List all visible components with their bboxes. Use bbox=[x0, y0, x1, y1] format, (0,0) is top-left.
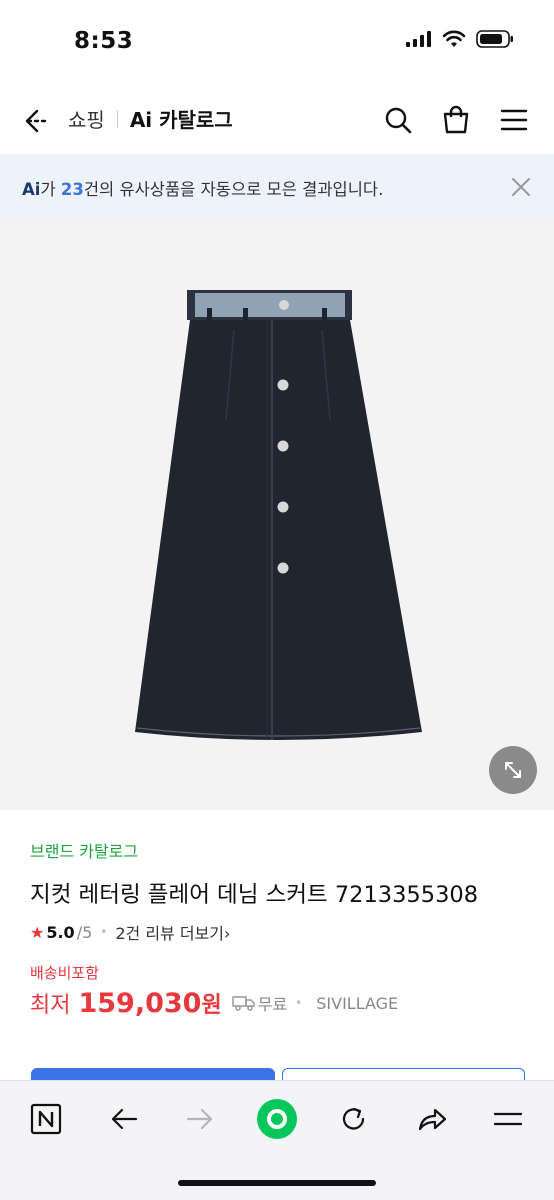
cart-button[interactable] bbox=[440, 104, 472, 136]
expand-icon bbox=[505, 762, 521, 778]
back-button[interactable] bbox=[20, 104, 54, 138]
price-unit: 원 bbox=[201, 993, 222, 1018]
green-dot-icon bbox=[257, 1099, 297, 1139]
browser-forward-button[interactable] bbox=[180, 1099, 220, 1139]
ai-logo: Ai bbox=[22, 180, 41, 199]
seller-name: SIVILLAGE bbox=[316, 993, 399, 1013]
ai-banner-close-button[interactable] bbox=[510, 176, 532, 202]
search-button[interactable] bbox=[382, 104, 414, 136]
separator-dot: • bbox=[295, 996, 303, 1010]
menu-icon bbox=[500, 109, 528, 131]
price-row: 최저 159,030 원 무료 • SIVILLAGE bbox=[30, 987, 530, 1019]
share-button[interactable] bbox=[412, 1099, 452, 1139]
reload-button[interactable] bbox=[334, 1099, 374, 1139]
shopping-bag-icon bbox=[443, 105, 469, 134]
nav-shop-label[interactable]: 쇼핑 bbox=[68, 104, 105, 133]
price-prefix: 최저 bbox=[30, 993, 71, 1018]
status-bar: 8:53 bbox=[0, 0, 554, 84]
image-zoom-button[interactable] bbox=[489, 746, 537, 794]
nav-actions bbox=[382, 104, 530, 136]
forward-arrow-icon bbox=[186, 1108, 213, 1130]
naver-home-button[interactable] bbox=[26, 1099, 66, 1139]
back-arrow-icon bbox=[111, 1108, 138, 1130]
naver-green-dot-button[interactable] bbox=[256, 1098, 298, 1140]
rating-max: /5 bbox=[76, 922, 93, 942]
delivery-truck-icon bbox=[231, 994, 256, 1012]
naver-n-icon bbox=[30, 1103, 62, 1135]
ai-banner-prefix: 가 bbox=[40, 180, 61, 199]
price-value: 159,030 bbox=[78, 987, 202, 1019]
signal-icon bbox=[406, 31, 431, 47]
status-time: 8:53 bbox=[74, 28, 134, 54]
ai-banner-suffix: 건의 유사상품을 자동으로 모은 결과입니다. bbox=[83, 180, 384, 199]
nav-divider bbox=[116, 109, 118, 128]
home-indicator bbox=[178, 1180, 376, 1186]
nav-title: 쇼핑 Ai 카탈로그 bbox=[68, 104, 233, 133]
brand-catalog-link[interactable]: 브랜드 카탈로그 bbox=[30, 838, 138, 862]
browser-menu-button[interactable] bbox=[488, 1099, 528, 1139]
rating-score: 5.0 bbox=[46, 922, 75, 942]
reload-icon bbox=[342, 1107, 365, 1130]
close-icon bbox=[512, 178, 530, 196]
ai-banner-text: Ai가 23건의 유사상품을 자동으로 모은 결과입니다. bbox=[22, 176, 383, 200]
ai-banner-count: 23 bbox=[60, 180, 84, 199]
product-title: 지컷 레터링 플레어 데님 스커트 7213355308 bbox=[30, 882, 479, 908]
menu-icon bbox=[493, 1112, 523, 1126]
review-more-link[interactable]: 2건 리뷰 더보기› bbox=[115, 920, 230, 944]
separator-dot: • bbox=[100, 925, 108, 939]
wifi-icon bbox=[442, 30, 466, 47]
delivery-fee: 무료 bbox=[257, 995, 288, 1014]
battery-icon bbox=[476, 30, 513, 48]
nav-catalog-label: Ai 카탈로그 bbox=[129, 108, 233, 132]
shipping-included-label: 배송비포함 bbox=[30, 964, 100, 982]
browser-back-button[interactable] bbox=[104, 1099, 144, 1139]
product-image[interactable] bbox=[0, 220, 554, 810]
nav-bar: 쇼핑 Ai 카탈로그 bbox=[0, 84, 554, 154]
back-icon bbox=[25, 109, 50, 133]
denim-skirt-image bbox=[135, 290, 422, 740]
star-icon: ★ bbox=[30, 922, 45, 942]
menu-button[interactable] bbox=[498, 104, 530, 136]
rating-row: ★ 5.0 /5 • 2건 리뷰 더보기› bbox=[30, 920, 530, 944]
search-icon bbox=[385, 107, 412, 134]
status-icons bbox=[406, 30, 514, 48]
share-icon bbox=[418, 1108, 447, 1131]
ai-banner: Ai가 23건의 유사상품을 자동으로 모은 결과입니다. bbox=[0, 154, 554, 220]
product-info: 브랜드 카탈로그 지컷 레터링 플레어 데님 스커트 7213355308 ★ … bbox=[30, 838, 530, 1019]
